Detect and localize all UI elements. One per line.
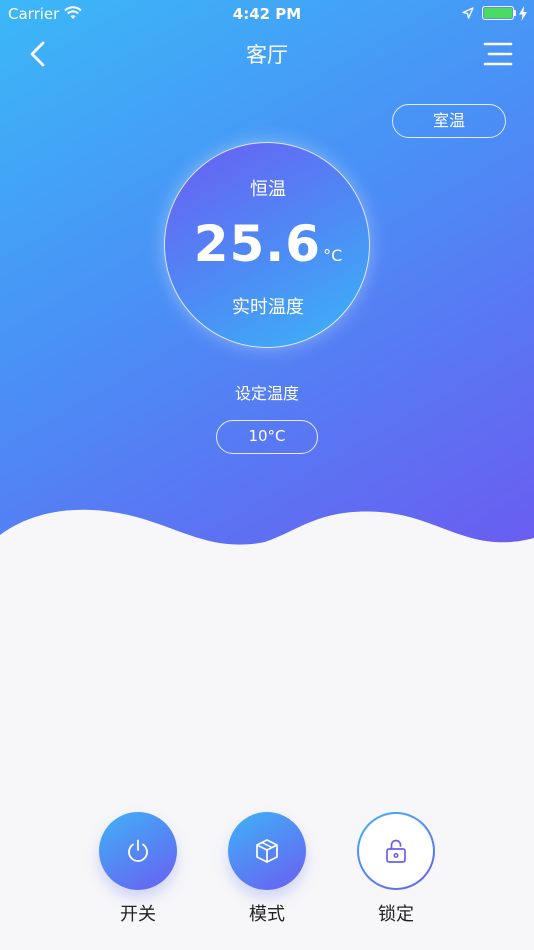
power-label: 开关 — [120, 904, 156, 925]
page-title: 客厅 — [246, 43, 288, 67]
setpoint-label: 设定温度 — [234, 384, 299, 403]
current-temperature-value: 25.6 — [193, 215, 322, 273]
battery-tip — [514, 10, 516, 16]
dial-mode-label: 恒温 — [250, 179, 286, 200]
location-arrow-icon — [462, 7, 474, 19]
battery-icon — [482, 6, 514, 20]
lock-control: 锁定 — [357, 812, 435, 926]
lock-button[interactable] — [357, 812, 435, 890]
unlock-icon — [386, 839, 406, 863]
battery-level — [484, 8, 512, 18]
status-bar: Carrier 4:42 PM — [0, 0, 534, 28]
dial-caption: 实时温度 — [232, 297, 304, 318]
lock-label: 锁定 — [378, 904, 414, 925]
power-control: 开关 — [99, 812, 177, 926]
cube-icon — [256, 839, 278, 863]
temperature-dial: 恒温 25.6 °C 实时温度 — [164, 142, 370, 348]
wave-divider — [0, 509, 534, 580]
dial-reading: 25.6 °C — [165, 215, 371, 273]
temperature-unit: °C — [323, 246, 343, 265]
mode-control: 模式 — [228, 812, 306, 926]
status-time: 4:42 PM — [232, 5, 302, 23]
menu-icon — [483, 42, 513, 66]
room-temp-button[interactable]: 室温 — [392, 104, 506, 138]
mode-label: 模式 — [249, 904, 285, 925]
mode-button[interactable] — [228, 812, 306, 890]
power-icon — [128, 839, 148, 862]
menu-button[interactable] — [481, 40, 513, 68]
setpoint-value-button[interactable]: 10°C — [216, 420, 318, 454]
charging-bolt-icon — [519, 6, 527, 21]
power-button[interactable] — [99, 812, 177, 890]
